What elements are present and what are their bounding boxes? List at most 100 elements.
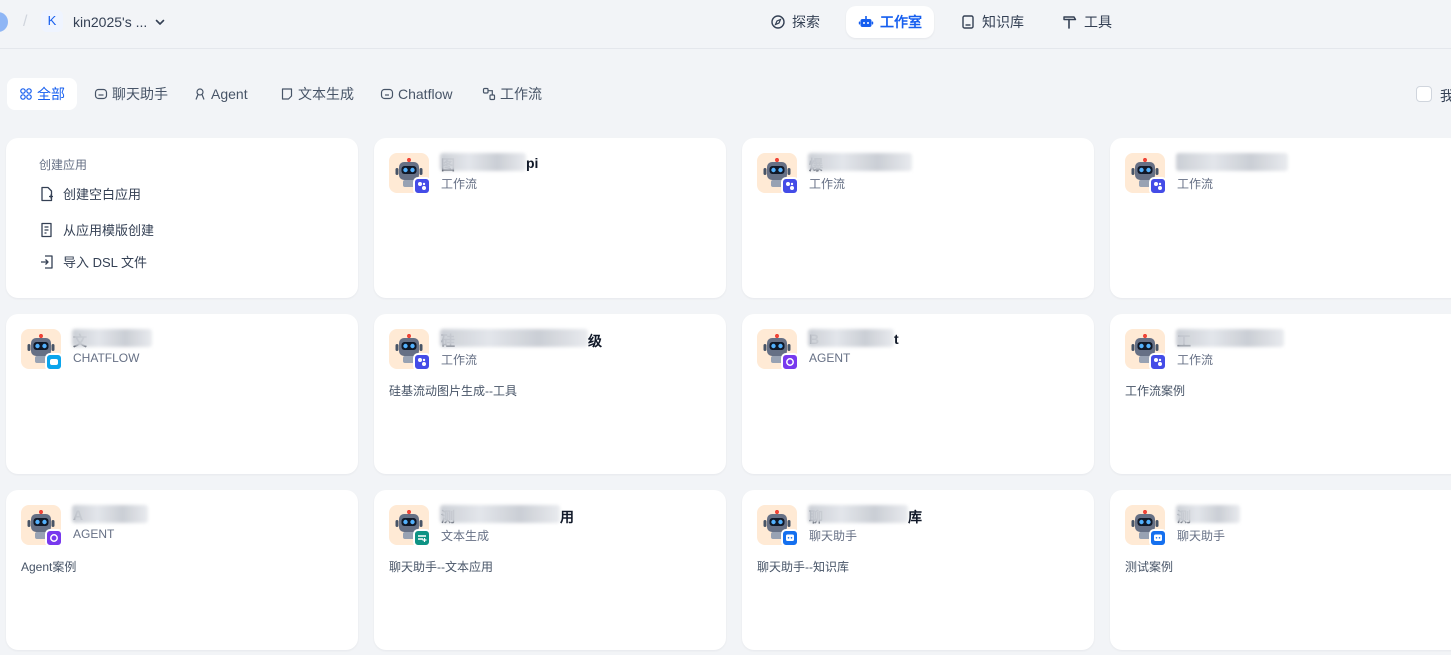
app-type-badge-icon [1149, 353, 1167, 371]
app-type: 文本生成 [441, 529, 490, 543]
app-card[interactable]: 图 pi 工作流 [374, 138, 726, 298]
nav-studio[interactable]: 工作室 [846, 6, 934, 38]
chatflow-icon [380, 88, 394, 100]
agent-icon [195, 88, 205, 100]
app-type: AGENT [809, 351, 851, 365]
grid-icon [20, 88, 32, 100]
create-from-template-button[interactable]: 从应用模版创建 [39, 220, 154, 239]
create-app-card: 创建应用 创建空白应用 从应用模版创建 导入 DSL 文件 [6, 138, 358, 298]
app-name-suffix: 库 [908, 509, 922, 525]
app-type-badge-icon [45, 529, 63, 547]
tab-chat-assistant[interactable]: 聊天助手 [82, 78, 180, 110]
app-card[interactable]: 文 CHATFLOW [6, 314, 358, 474]
tab-agent-label: Agent [211, 86, 248, 102]
app-card[interactable]: A AGENT Agent案例 [6, 490, 358, 650]
create-blank-app-button[interactable]: 创建空白应用 [39, 184, 141, 203]
document-icon [281, 88, 293, 100]
created-by-me-checkbox[interactable] [1416, 86, 1432, 102]
nav-knowledge[interactable]: 知识库 [948, 6, 1036, 38]
app-type-badge-icon [413, 529, 431, 547]
create-app-title: 创建应用 [39, 158, 88, 172]
app-description: 测试案例 [1125, 560, 1174, 574]
app-type: AGENT [73, 527, 115, 541]
app-type: CHATFLOW [73, 351, 140, 365]
redacted-name [440, 329, 588, 347]
app-type: 工作流 [441, 353, 478, 367]
app-card[interactable]: B t AGENT [742, 314, 1094, 474]
app-card[interactable]: 硅 级 工作流 硅基流动图片生成--工具 [374, 314, 726, 474]
redacted-name [1176, 329, 1284, 347]
breadcrumb-separator: / [23, 13, 28, 30]
nav-explore[interactable]: 探索 [758, 6, 832, 38]
book-icon [962, 15, 974, 29]
app-card[interactable]: 爆 工作流 [742, 138, 1094, 298]
app-description: Agent案例 [21, 560, 77, 574]
app-type: 工作流 [441, 177, 478, 191]
app-description: 工作流案例 [1125, 384, 1186, 398]
app-card[interactable]: 测 聊天助手 测试案例 [1110, 490, 1451, 650]
app-name-suffix: 用 [560, 509, 574, 525]
redacted-name [808, 153, 912, 171]
app-card[interactable]: 工作流 [1110, 138, 1451, 298]
tab-chat-assistant-label: 聊天助手 [112, 86, 168, 102]
import-dsl-button[interactable]: 导入 DSL 文件 [39, 252, 147, 271]
app-type: 工作流 [809, 177, 846, 191]
compass-icon [771, 15, 785, 29]
tab-text-generation[interactable]: 文本生成 [268, 78, 366, 110]
chevron-down-icon[interactable] [154, 16, 166, 28]
app-name-suffix: t [894, 331, 899, 347]
app-type-badge-icon [781, 353, 799, 371]
top-bar: / K kin2025's ... 探索 工作室 知识库 工具 [0, 0, 1451, 49]
app-type: 聊天助手 [809, 529, 858, 543]
import-icon [41, 254, 53, 269]
redacted-name [808, 329, 894, 347]
app-type-badge-icon [1149, 529, 1167, 547]
nav-studio-label: 工作室 [880, 14, 922, 30]
hammer-icon [1063, 16, 1077, 29]
app-type-badge-icon [413, 177, 431, 195]
import-dsl-label: 导入 DSL 文件 [63, 255, 148, 270]
tab-workflow-label: 工作流 [500, 86, 542, 102]
redacted-name [808, 505, 908, 523]
create-from-template-label: 从应用模版创建 [63, 223, 155, 238]
tab-workflow[interactable]: 工作流 [470, 78, 554, 110]
app-card[interactable]: 聊 库 聊天助手 聊天助手--知识库 [742, 490, 1094, 650]
template-icon [41, 222, 52, 237]
redacted-name [1176, 505, 1240, 523]
workflow-icon [482, 87, 496, 101]
app-type-badge-icon [781, 529, 799, 547]
app-name-suffix: pi [526, 155, 539, 171]
tab-agent[interactable]: Agent [181, 78, 260, 110]
redacted-name [440, 153, 526, 171]
robot-icon [858, 16, 874, 27]
tab-all-label: 全部 [37, 86, 65, 102]
nav-tools[interactable]: 工具 [1050, 6, 1124, 38]
app-type-badge-icon [45, 353, 63, 371]
file-plus-icon [41, 186, 53, 201]
tab-chatflow-label: Chatflow [398, 86, 453, 102]
app-card[interactable]: 测 用 文本生成 聊天助手--文本应用 [374, 490, 726, 650]
create-blank-app-label: 创建空白应用 [63, 187, 142, 202]
logo[interactable] [0, 12, 8, 32]
redacted-name [72, 329, 152, 347]
app-card[interactable]: 工 工作流 工作流案例 [1110, 314, 1451, 474]
workspace-avatar[interactable]: K [41, 10, 63, 32]
app-description: 聊天助手--知识库 [757, 560, 849, 574]
tab-chatflow[interactable]: Chatflow [368, 78, 464, 110]
app-name-suffix: 级 [588, 333, 602, 349]
chat-icon [94, 88, 108, 100]
nav-explore-label: 探索 [792, 14, 820, 30]
tab-all[interactable]: 全部 [7, 78, 77, 110]
app-description: 聊天助手--文本应用 [389, 560, 493, 574]
app-type-badge-icon [413, 353, 431, 371]
redacted-name [72, 505, 148, 523]
app-type-badge-icon [781, 177, 799, 195]
redacted-name [1176, 153, 1288, 171]
created-by-me-label[interactable]: 我 [1440, 86, 1451, 106]
redacted-name [440, 505, 560, 523]
app-type: 工作流 [1177, 177, 1214, 191]
workspace-name[interactable]: kin2025's ... [73, 14, 147, 30]
tab-text-generation-label: 文本生成 [298, 86, 354, 102]
nav-knowledge-label: 知识库 [982, 14, 1024, 30]
app-type: 聊天助手 [1177, 529, 1226, 543]
